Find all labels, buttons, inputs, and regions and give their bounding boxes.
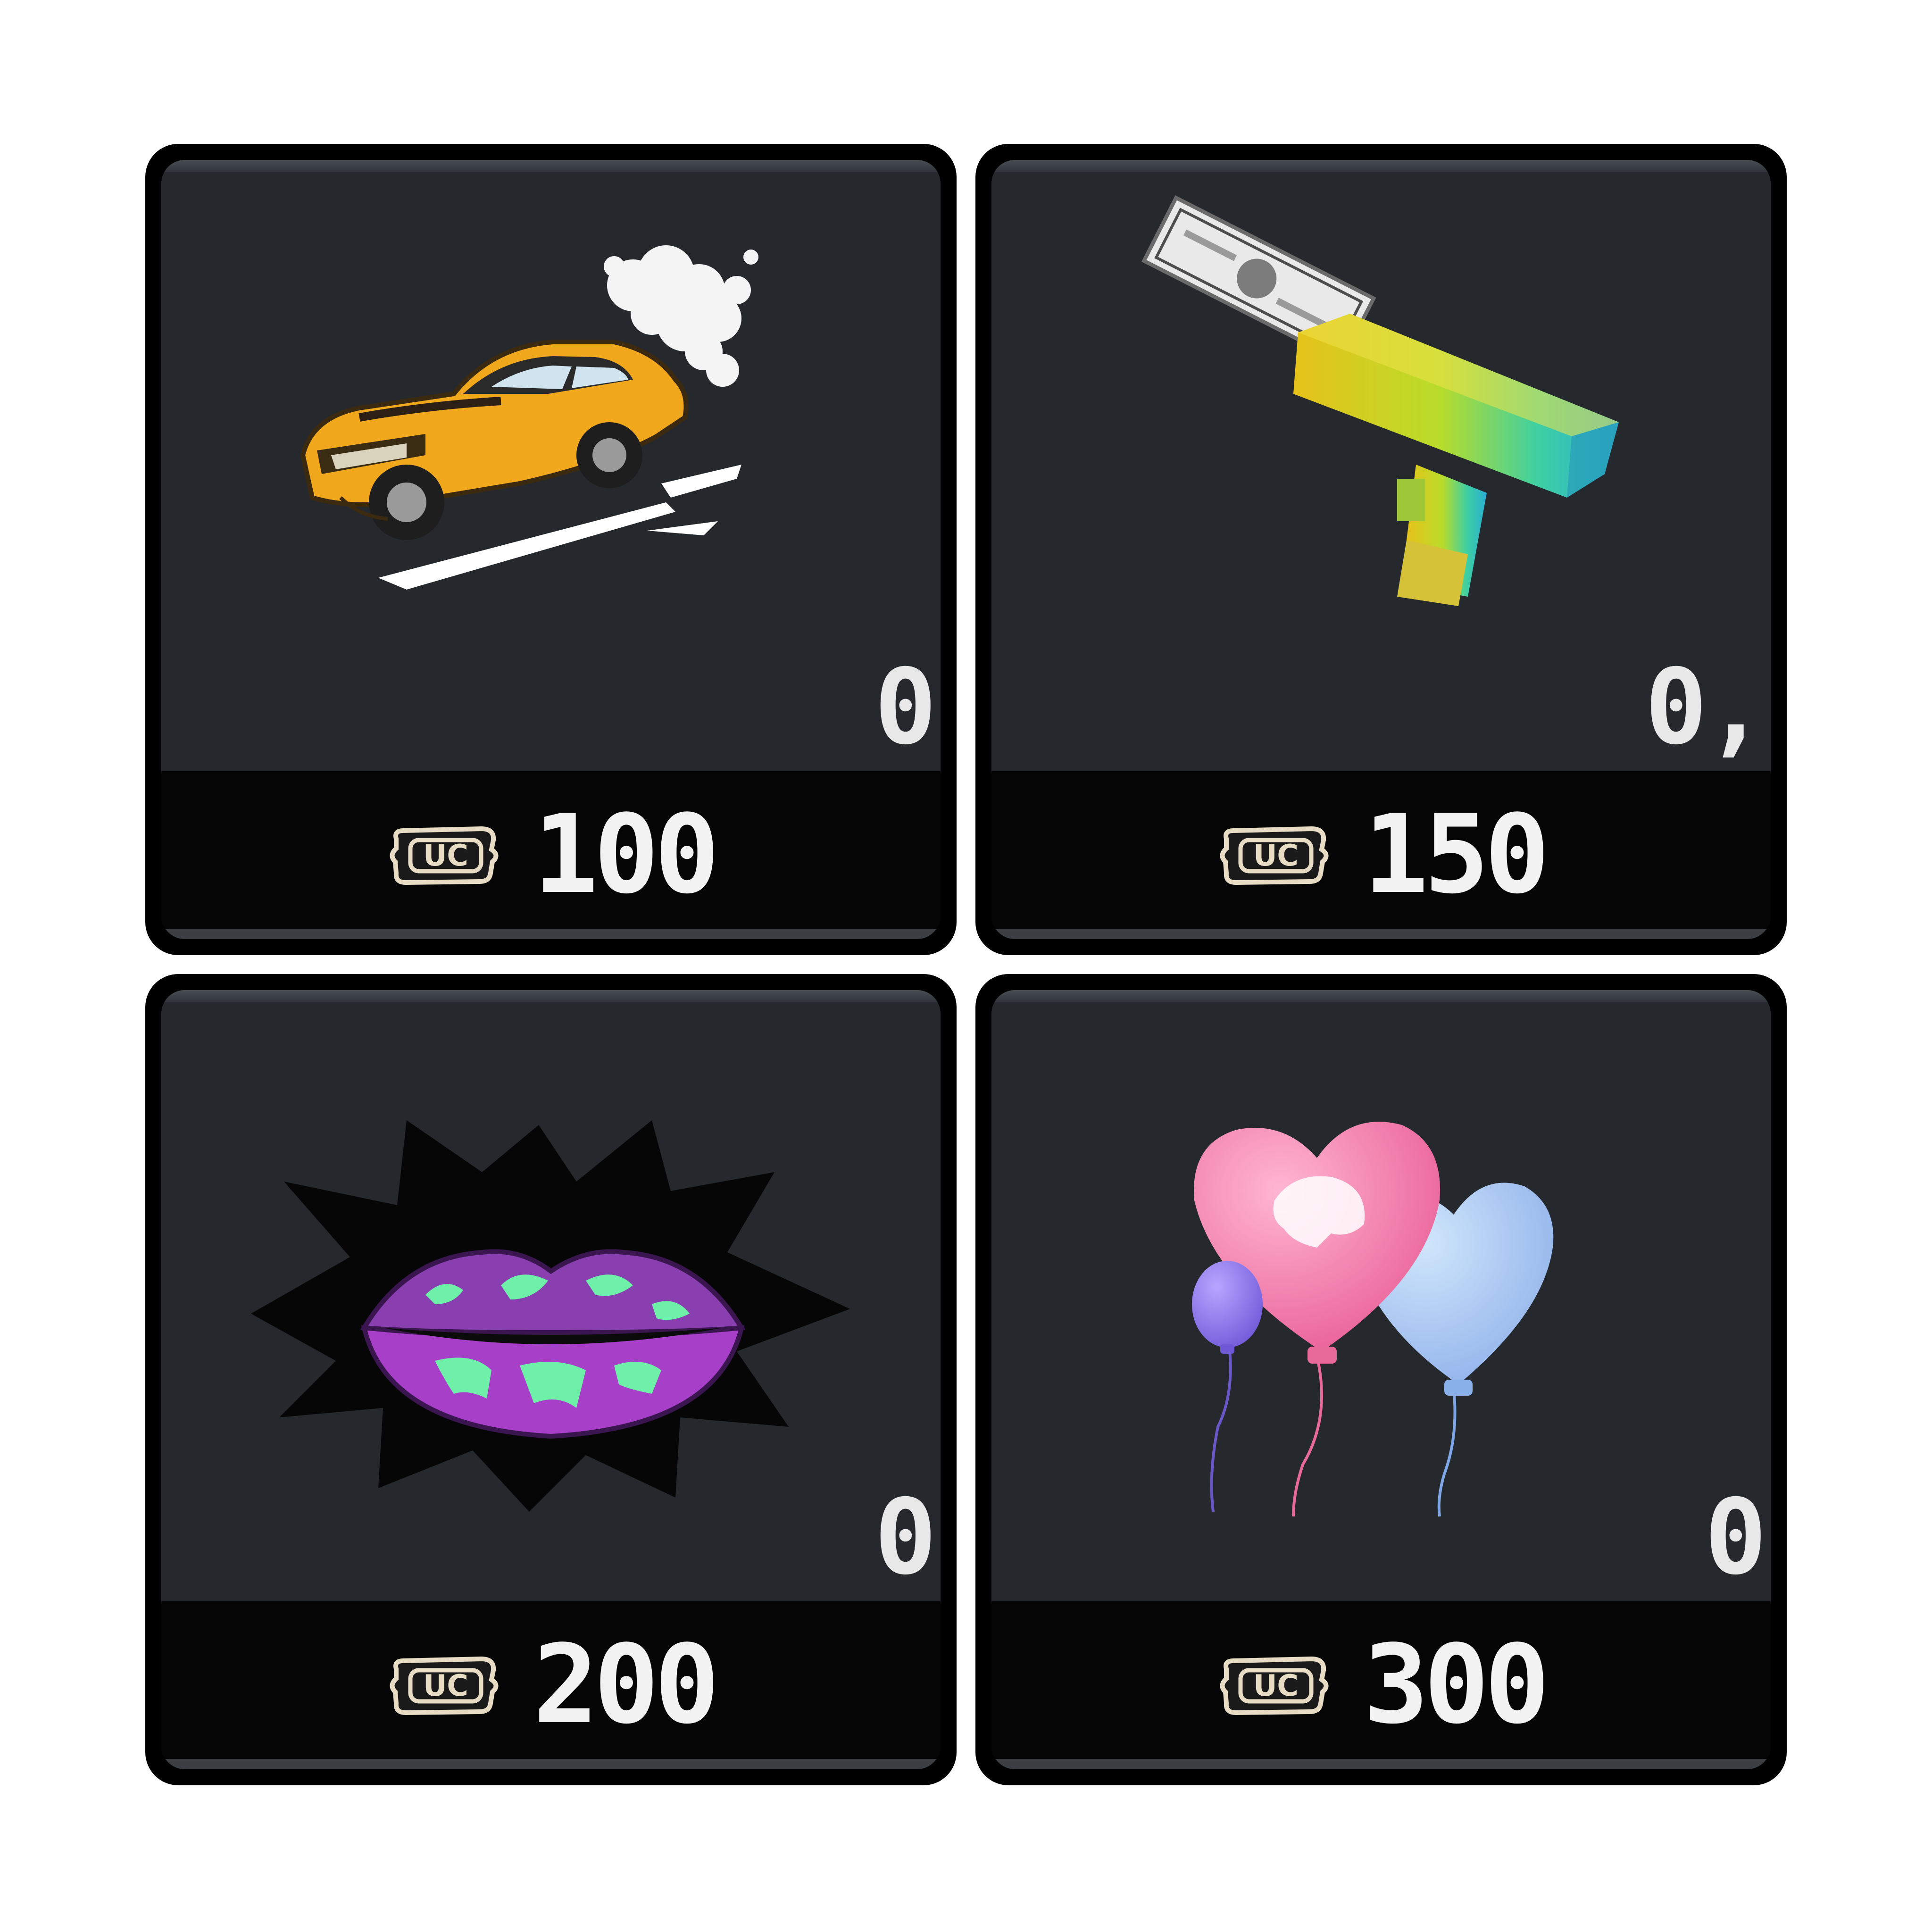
price-label: 100 <box>533 792 719 918</box>
card-bottom-edge <box>991 929 1771 939</box>
uc-coin-icon: UC <box>390 826 499 885</box>
purple-lips-icon <box>161 1002 941 1601</box>
item-card-money-gun[interactable]: 0, UC 150 <box>975 144 1787 955</box>
uc-coin-icon: UC <box>390 1656 499 1715</box>
svg-text:UC: UC <box>423 838 468 873</box>
card-top-highlight <box>991 160 1771 172</box>
heart-balloons-icon <box>991 1002 1771 1601</box>
owned-count: 0, <box>1645 647 1767 767</box>
item-card-lips[interactable]: 0 UC 200 <box>145 974 957 1785</box>
owned-count: 0 <box>1704 1477 1767 1598</box>
owned-count: 0 <box>874 1477 937 1598</box>
svg-text:UC: UC <box>423 1668 468 1703</box>
svg-text:UC: UC <box>1253 838 1299 873</box>
uc-coin-icon: UC <box>1220 826 1329 885</box>
price-label: 150 <box>1363 792 1549 918</box>
price-label: 300 <box>1363 1622 1549 1748</box>
yellow-car-graffiti-icon <box>161 172 941 771</box>
price-bar[interactable]: UC 150 <box>991 771 1771 939</box>
card-top-highlight <box>991 990 1771 1002</box>
card-top-highlight <box>161 990 941 1002</box>
owned-count: 0 <box>874 647 937 767</box>
svg-text:UC: UC <box>1253 1668 1299 1703</box>
card-inner: 0 UC 300 <box>991 990 1771 1769</box>
price-bar[interactable]: UC 200 <box>161 1601 941 1769</box>
card-bottom-edge <box>161 1759 941 1769</box>
card-inner: 0 UC 100 <box>161 160 941 939</box>
price-bar[interactable]: UC 300 <box>991 1601 1771 1769</box>
card-bottom-edge <box>991 1759 1771 1769</box>
item-card-car[interactable]: 0 UC 100 <box>145 144 957 955</box>
card-bottom-edge <box>161 929 941 939</box>
card-top-highlight <box>161 160 941 172</box>
item-card-balloons[interactable]: 0 UC 300 <box>975 974 1787 1785</box>
card-inner: 0 UC 200 <box>161 990 941 1769</box>
price-bar[interactable]: UC 100 <box>161 771 941 939</box>
price-label: 200 <box>533 1622 719 1748</box>
card-inner: 0, UC 150 <box>991 160 1771 939</box>
uc-coin-icon: UC <box>1220 1656 1329 1715</box>
